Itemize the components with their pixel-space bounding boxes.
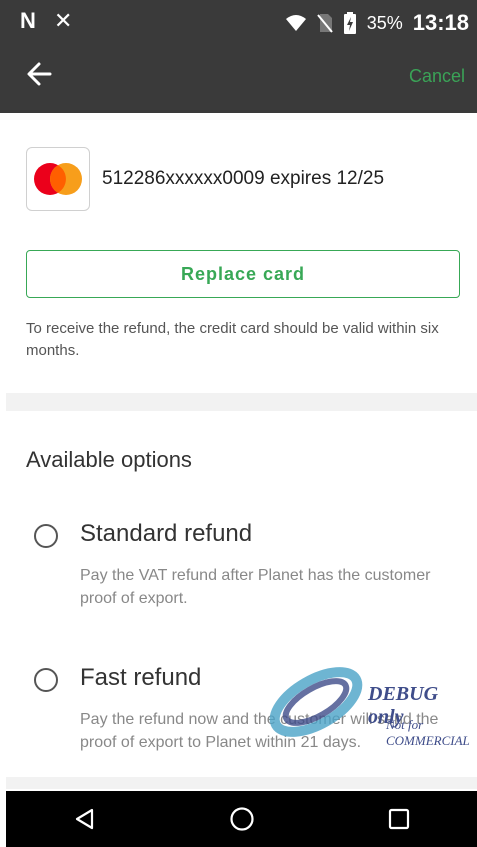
no-sim-icon xyxy=(316,14,333,33)
nav-back-button[interactable] xyxy=(65,799,105,839)
wifi-icon xyxy=(285,15,306,31)
card-summary: 512286xxxxxx0009 expires 12/25 xyxy=(26,147,384,211)
nav-recents-button[interactable] xyxy=(379,799,419,839)
replace-card-button[interactable]: Replace card xyxy=(26,250,460,298)
battery-charging-icon xyxy=(343,12,356,34)
nav-home-button[interactable] xyxy=(222,799,262,839)
card-brand-logo xyxy=(26,147,90,211)
option-description: Pay the VAT refund after Planet has the … xyxy=(80,567,431,607)
radio-button-icon[interactable] xyxy=(34,524,58,548)
card-number-expiry: 512286xxxxxx0009 expires 12/25 xyxy=(102,168,385,189)
mastercard-icon xyxy=(34,163,82,195)
arrow-left-icon xyxy=(27,62,52,86)
option-title: Standard refund xyxy=(80,520,253,547)
status-icons: 35% 13:18 xyxy=(285,10,469,36)
back-button[interactable] xyxy=(26,58,52,95)
square-recents-icon xyxy=(388,808,409,830)
radio-button-icon[interactable] xyxy=(34,668,58,692)
option-title: Fast refund xyxy=(80,664,202,691)
system-nav-bar xyxy=(6,791,477,847)
status-bar: N ✕ 35% 13:18 xyxy=(0,0,477,42)
available-options-heading: Available options xyxy=(26,447,192,472)
option-description: Pay the refund now and the customer will… xyxy=(80,711,439,751)
section-divider xyxy=(6,777,477,789)
refund-validity-note: To receive the refund, the credit card s… xyxy=(26,320,439,359)
cancel-button[interactable]: Cancel xyxy=(409,66,465,87)
notification-icons: N ✕ xyxy=(20,8,79,33)
app-bar: Cancel xyxy=(0,42,477,113)
triangle-back-icon xyxy=(75,808,93,830)
circle-home-icon xyxy=(229,807,254,831)
battery-percent: 35% xyxy=(366,12,403,33)
section-divider xyxy=(6,393,477,411)
clock: 13:18 xyxy=(412,10,469,35)
